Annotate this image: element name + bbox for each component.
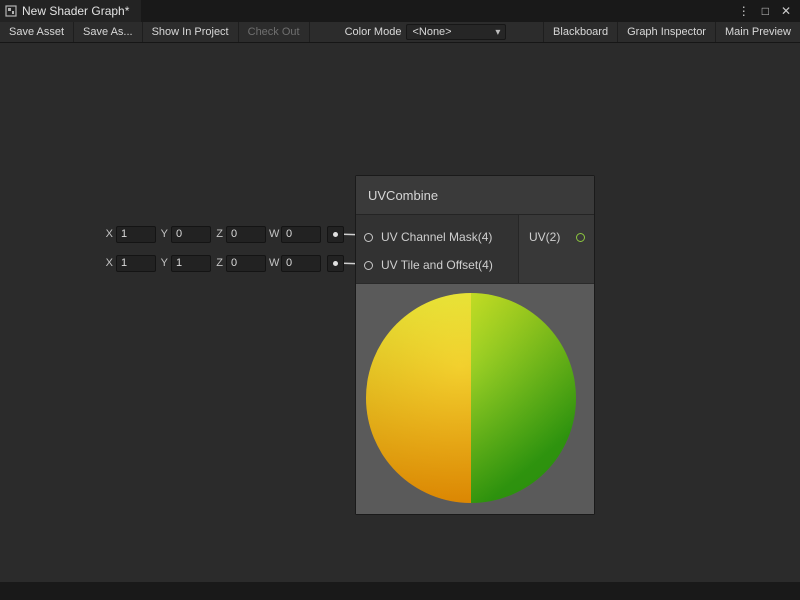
vector1-y-field[interactable]: 0: [171, 226, 211, 243]
tab-title: New Shader Graph*: [22, 4, 129, 18]
vector4-input-row-1: X 1 Y 0 Z 0 W 0: [104, 225, 344, 243]
port-dot-icon: [333, 232, 338, 237]
vector2-z-field[interactable]: 0: [226, 255, 266, 272]
shader-graph-icon: [5, 5, 17, 17]
color-mode-dropdown[interactable]: <None> ▾: [406, 24, 506, 40]
axis-label-w: W: [269, 257, 278, 269]
input-port-label: UV Tile and Offset(4): [381, 258, 493, 272]
axis-label-x: X: [104, 228, 113, 240]
input-port-label: UV Channel Mask(4): [381, 230, 492, 244]
vector1-w-field[interactable]: 0: [281, 226, 321, 243]
input-row-uv-tile-offset: UV Tile and Offset(4): [356, 251, 518, 279]
blackboard-button[interactable]: Blackboard: [543, 22, 617, 42]
axis-label-y: Y: [159, 228, 168, 240]
titlebar: New Shader Graph* ⋮ □ ✕: [0, 0, 800, 22]
save-asset-button[interactable]: Save Asset: [0, 22, 74, 42]
sphere-right-half: [471, 293, 576, 503]
chevron-down-icon: ▾: [495, 27, 500, 38]
preview-sphere: [366, 293, 576, 503]
port-dot-icon: [333, 261, 338, 266]
vector2-output-port[interactable]: [327, 255, 344, 272]
color-mode-value: <None>: [412, 26, 451, 38]
axis-label-z: Z: [214, 228, 223, 240]
axis-label-x: X: [104, 257, 113, 269]
vector1-x-field[interactable]: 1: [116, 226, 156, 243]
vector4-input-row-2: X 1 Y 1 Z 0 W 0: [104, 254, 344, 272]
vector1-output-port[interactable]: [327, 226, 344, 243]
vector2-w-field[interactable]: 0: [281, 255, 321, 272]
toolbar: Save Asset Save As... Show In Project Ch…: [0, 22, 800, 43]
input-port-uv-tile-offset[interactable]: [364, 261, 373, 270]
vector2-y-field[interactable]: 1: [171, 255, 211, 272]
maximize-icon[interactable]: □: [758, 4, 773, 18]
show-in-project-button[interactable]: Show In Project: [143, 22, 239, 42]
vector1-z-field[interactable]: 0: [226, 226, 266, 243]
node-inputs: UV Channel Mask(4) UV Tile and Offset(4): [356, 215, 519, 283]
vector2-x-field[interactable]: 1: [116, 255, 156, 272]
output-port-uv[interactable]: [576, 233, 585, 242]
node-uvcombine[interactable]: UVCombine UV Channel Mask(4) UV Tile and…: [355, 175, 595, 515]
close-icon[interactable]: ✕: [777, 4, 795, 18]
output-port-label: UV(2): [529, 230, 560, 244]
check-out-button: Check Out: [239, 22, 310, 42]
kebab-menu-icon[interactable]: ⋮: [734, 4, 754, 18]
tab-new-shader-graph[interactable]: New Shader Graph*: [0, 0, 141, 22]
graph-inspector-button[interactable]: Graph Inspector: [617, 22, 715, 42]
node-header[interactable]: UVCombine: [356, 176, 594, 215]
color-mode-label: Color Mode: [340, 22, 407, 42]
axis-label-w: W: [269, 228, 278, 240]
main-preview-button[interactable]: Main Preview: [715, 22, 800, 42]
input-port-uv-channel-mask[interactable]: [364, 233, 373, 242]
bottom-bar: [0, 582, 800, 600]
node-preview: [356, 283, 594, 514]
sphere-left-half: [366, 293, 471, 503]
node-outputs: UV(2): [519, 215, 594, 283]
axis-label-z: Z: [214, 257, 223, 269]
node-title: UVCombine: [368, 188, 438, 203]
input-row-uv-channel-mask: UV Channel Mask(4): [356, 223, 518, 251]
node-body: UV Channel Mask(4) UV Tile and Offset(4)…: [356, 215, 594, 283]
save-as-button[interactable]: Save As...: [74, 22, 143, 42]
axis-label-y: Y: [159, 257, 168, 269]
